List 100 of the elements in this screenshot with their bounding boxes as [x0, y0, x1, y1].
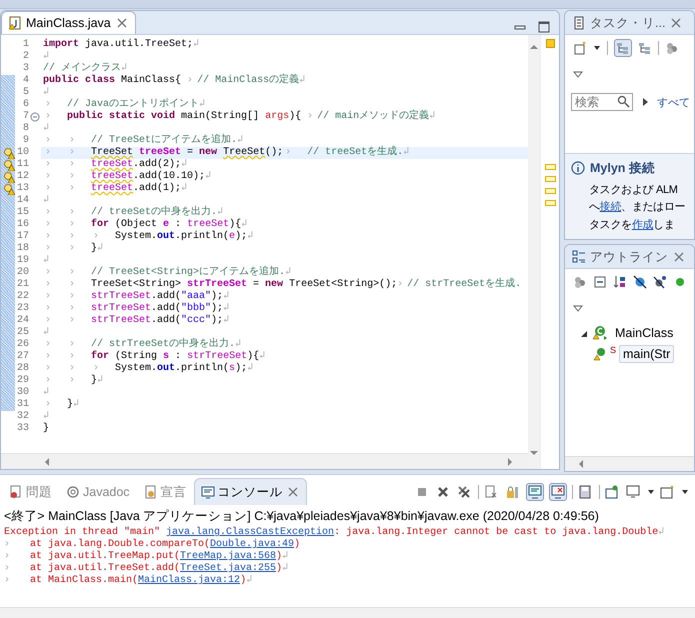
code-text: (); [265, 147, 284, 159]
code-text: (String [114, 351, 158, 363]
view-menu-icon[interactable] [573, 70, 583, 78]
hide-static-icon[interactable] [653, 275, 667, 289]
line-end-mark: ↲ [247, 231, 254, 243]
display-console-icon[interactable] [626, 485, 642, 499]
code-text: : [174, 219, 182, 230]
close-icon[interactable] [114, 16, 129, 30]
scheduled-view-icon[interactable] [638, 41, 652, 55]
collapse-icon[interactable] [30, 112, 40, 122]
spheres-icon[interactable] [573, 275, 587, 289]
open-console-icon[interactable] [660, 485, 676, 499]
tab-mark: › [92, 231, 100, 242]
tab-mark: › [44, 315, 52, 327]
stack-trace-link[interactable]: TreeMap.java:568 [180, 551, 276, 563]
tab-mark: › [44, 279, 52, 291]
spheres-icon[interactable] [665, 41, 679, 55]
variable-reference: treeSet [91, 171, 134, 183]
view-tab[interactable]: コンソール [194, 478, 307, 505]
scroll-lock-icon[interactable] [505, 485, 521, 499]
search-icon [617, 95, 630, 108]
error-text: : java.lang.Integer cannot be cast to java.lang.Double [334, 527, 658, 539]
code-text: = [252, 279, 260, 291]
warning-marker[interactable] [544, 164, 556, 170]
error-text: ) [276, 563, 282, 575]
warning-marker[interactable] [544, 188, 556, 194]
new-task-icon[interactable] [573, 41, 587, 55]
filter-link[interactable]: すべて [657, 94, 690, 110]
maximize-icon[interactable] [537, 20, 551, 34]
code-text: : [174, 351, 182, 362]
static-mark: S [610, 345, 616, 355]
tab-mark: › [44, 351, 52, 363]
tab-mark: › [187, 75, 194, 87]
tree-item[interactable]: MainClass [611, 324, 678, 342]
code-text: } [67, 399, 74, 411]
line-end-mark: ↲ [237, 135, 244, 147]
tab-mark: › [68, 351, 76, 363]
line-end-mark: ↲ [43, 255, 50, 267]
tab-mark: › [68, 315, 76, 327]
code-comment: // メインクラス [43, 63, 122, 74]
warning-marker[interactable] [544, 200, 556, 206]
circle-icon[interactable] [673, 275, 687, 289]
horizontal-scrollbar[interactable] [1, 453, 528, 469]
tab-mark: › [44, 339, 52, 351]
warning-summary-marker[interactable] [546, 39, 554, 48]
tab-mark: › [44, 231, 52, 243]
vertical-scrollbar[interactable] [528, 35, 540, 469]
stack-trace-link[interactable]: TreeSet.java:255 [180, 563, 276, 575]
variable-reference: strTreeSet [91, 315, 152, 327]
java-file-icon [8, 16, 22, 30]
tab-mark: › [68, 231, 76, 243]
horizontal-scrollbar[interactable] [565, 456, 694, 471]
string-literal: "ccc" [181, 315, 212, 327]
line-end-mark: ↲ [43, 51, 50, 62]
notice-title: Mylyn 接続 [590, 160, 655, 176]
stack-trace-link[interactable]: MainClass.java:12 [138, 575, 240, 587]
view-menu-icon[interactable] [573, 304, 583, 312]
variable-declaration: s [163, 351, 170, 363]
variable-reference: strTreeSet [91, 291, 152, 303]
tab-mark: › [68, 243, 76, 255]
code-text: = [186, 147, 194, 159]
collapse-all-icon[interactable] [593, 275, 607, 289]
tree-view-icon[interactable] [616, 41, 630, 55]
show-on-output-icon[interactable] [528, 485, 542, 499]
method-icon [593, 346, 607, 362]
console-header: <終了> MainClass [Java アプリケーション] C:¥java¥pleiades¥java¥8¥bin¥javaw.exe (2020/04/28 0:49:56) [3, 508, 600, 525]
code-text: .add(10.10); [133, 171, 206, 182]
stack-trace-link[interactable]: java.lang.ClassCastException [166, 527, 334, 539]
line-end-mark: ↲ [259, 351, 266, 363]
show-on-error-icon[interactable] [551, 485, 565, 499]
keyword: public [67, 111, 104, 123]
close-icon[interactable] [286, 485, 300, 499]
hide-fields-icon[interactable] [633, 275, 647, 289]
tab-mark: › [92, 363, 100, 374]
horizontal-scrollbar[interactable] [0, 607, 695, 618]
text-link[interactable]: 作成 [632, 218, 654, 230]
variable-declaration: e [163, 219, 170, 231]
outline-tab[interactable]: アウトライン [565, 245, 693, 268]
tab-mark: › [44, 207, 52, 219]
notice-text: タスクおよび ALM [588, 182, 679, 198]
view-tab[interactable]: 宣言 [136, 478, 194, 505]
line-end-mark: ↲ [282, 563, 288, 575]
tab-mark: › [68, 159, 76, 171]
text-link[interactable]: 接続 [600, 201, 622, 213]
code-comment: // TreeSet<String>にアイテムを追加. [91, 267, 286, 278]
warning-marker[interactable] [544, 176, 556, 182]
search-field[interactable]: 検索 [571, 93, 633, 111]
view-tab[interactable]: 問題 [2, 478, 59, 505]
line-end-mark: ↲ [241, 219, 248, 230]
tab-mark: › [44, 111, 52, 123]
static-field: out [157, 231, 176, 243]
close-icon[interactable] [669, 16, 684, 30]
editor-tab[interactable]: MainClass.java [1, 11, 136, 34]
code-text: ){ [229, 219, 242, 230]
view-tab[interactable]: Javadoc [59, 478, 137, 505]
stack-trace-link[interactable]: Double.java:49 [210, 539, 294, 551]
info-icon [571, 161, 585, 175]
close-icon[interactable] [672, 250, 686, 264]
tree-item[interactable]: main(Str [619, 345, 674, 363]
sort-icon[interactable] [613, 275, 627, 289]
